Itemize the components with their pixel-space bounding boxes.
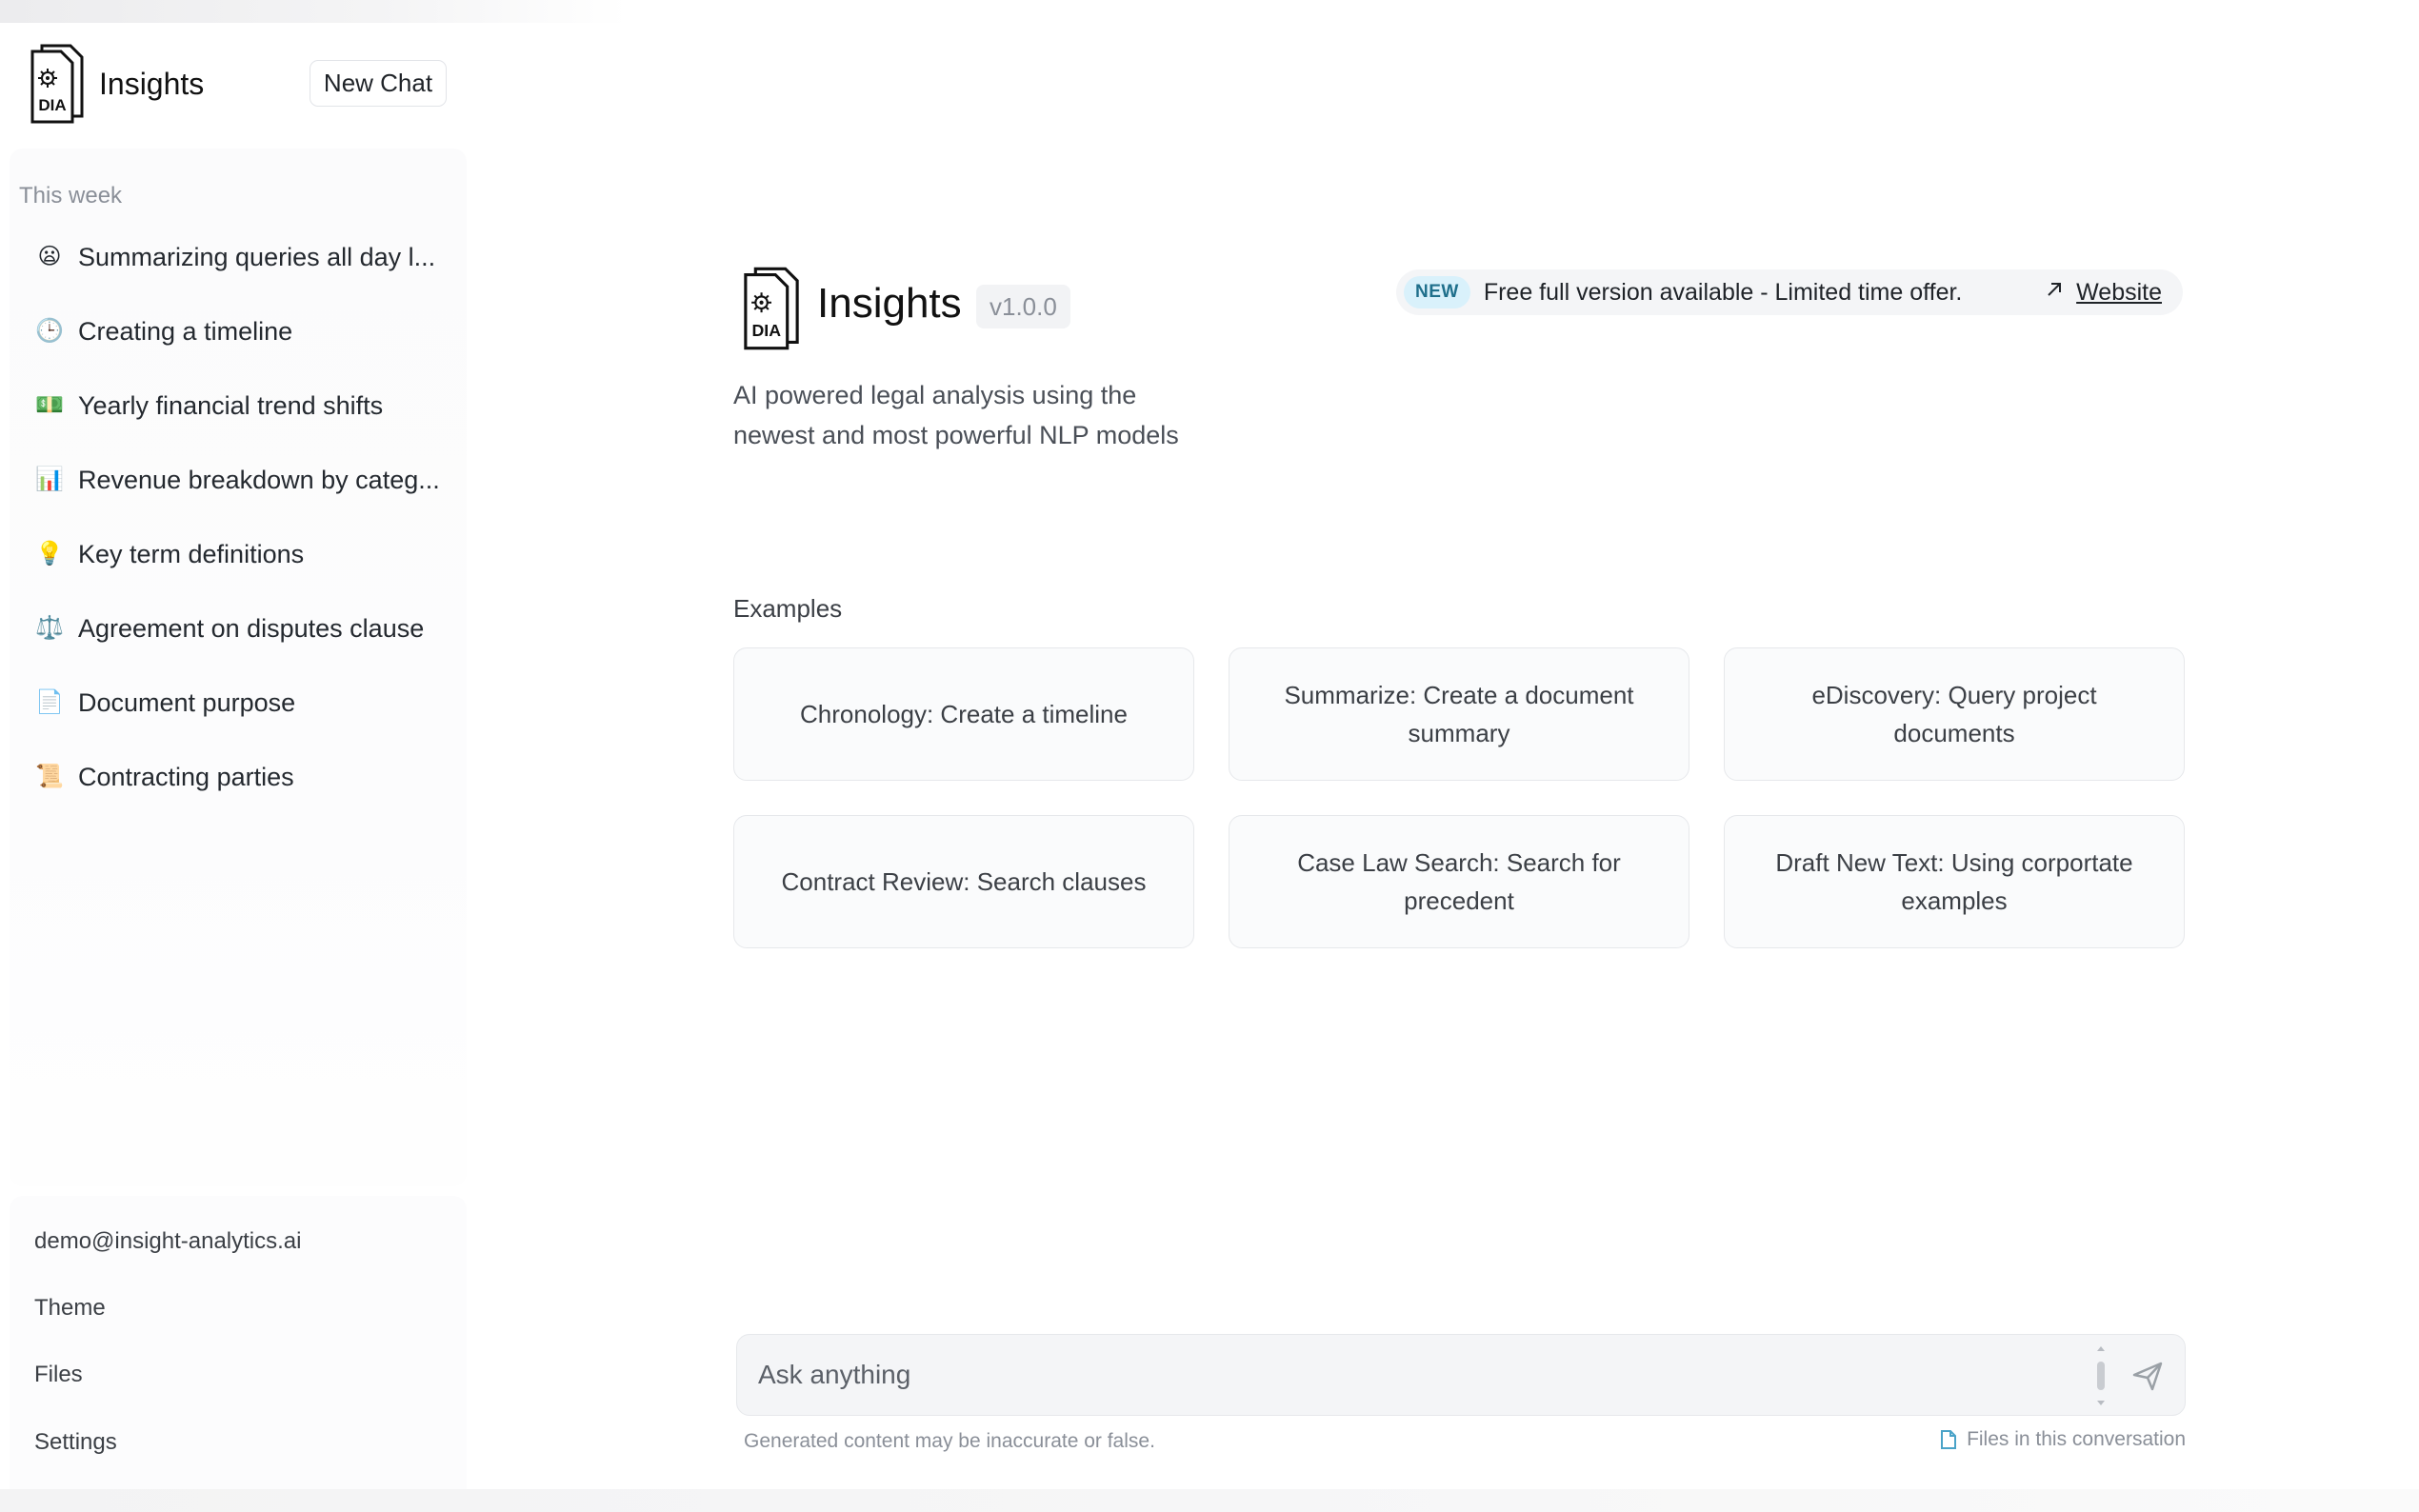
example-card-case-law-search[interactable]: Case Law Search: Search for precedent: [1229, 815, 1689, 948]
ask-input[interactable]: [758, 1352, 2091, 1398]
dia-logo: DIA: [27, 40, 88, 128]
scales-icon: ⚖️: [35, 615, 64, 641]
history-item-label: Summarizing queries all day l...: [78, 243, 436, 271]
chat-history-list: 😦 Summarizing queries all day l... 🕒 Cre…: [34, 242, 444, 836]
scroll-icon: 📜: [35, 764, 64, 789]
history-item-label: Document purpose: [78, 688, 296, 717]
files-in-conversation-link[interactable]: Files in this conversation: [1940, 1428, 2186, 1451]
window-bottom-strip: [0, 1489, 2419, 1512]
promo-banner: NEW Free full version available - Limite…: [1396, 269, 2183, 315]
files-link[interactable]: Files: [34, 1362, 83, 1388]
bar-chart-icon: 📊: [35, 467, 64, 492]
external-link-icon: [2048, 283, 2061, 296]
history-item-label: Agreement on disputes clause: [78, 614, 425, 643]
promo-text: Free full version available - Limited ti…: [1483, 278, 1963, 306]
new-chat-button[interactable]: New Chat: [310, 60, 447, 107]
worried-face-icon: 😦: [37, 244, 62, 269]
clock-icon: 🕒: [35, 318, 64, 344]
page-title: Insights: [817, 280, 962, 327]
settings-link[interactable]: Settings: [34, 1429, 117, 1456]
hero-dia-logo: DIA: [735, 263, 808, 359]
history-item-label: Yearly financial trend shifts: [78, 391, 384, 420]
history-item[interactable]: 💡 Key term definitions: [34, 539, 444, 613]
history-item-label: Key term definitions: [78, 540, 305, 568]
example-card-summarize[interactable]: Summarize: Create a document summary: [1229, 647, 1689, 781]
document-icon: 📄: [35, 689, 64, 715]
example-card-ediscovery[interactable]: eDiscovery: Query project documents: [1724, 647, 2185, 781]
money-icon: 💵: [35, 392, 64, 418]
section-label-this-week: This week: [19, 183, 123, 209]
resize-handle-icon[interactable]: [2091, 1344, 2110, 1407]
file-icon: [1941, 1430, 1957, 1449]
version-badge: v1.0.0: [976, 285, 1070, 328]
brand[interactable]: DIA Insights: [27, 40, 204, 128]
history-item-label: Creating a timeline: [78, 317, 293, 346]
svg-text:DIA: DIA: [38, 96, 66, 114]
example-card-draft-new-text[interactable]: Draft New Text: Using corportate example…: [1724, 815, 2185, 948]
brand-name: Insights: [99, 66, 205, 101]
sidebar: DIA Insights New Chat This week 😦 Summar…: [0, 23, 467, 1512]
history-item[interactable]: 📄 Document purpose: [34, 687, 444, 762]
account-email[interactable]: demo@insight-analytics.ai: [34, 1228, 302, 1255]
history-item[interactable]: 🕒 Creating a timeline: [34, 316, 444, 390]
files-link-label: Files in this conversation: [1967, 1428, 2186, 1450]
history-item[interactable]: ⚖️ Agreement on disputes clause: [34, 613, 444, 687]
history-item-label: Revenue breakdown by categ...: [78, 466, 440, 494]
website-link[interactable]: Website: [2076, 279, 2162, 307]
history-item-label: Contracting parties: [78, 763, 294, 791]
example-card-chronology[interactable]: Chronology: Create a timeline: [733, 647, 1194, 781]
new-badge: NEW: [1404, 276, 1470, 308]
tagline: AI powered legal analysis using the newe…: [733, 381, 1179, 449]
theme-link[interactable]: Theme: [34, 1295, 106, 1322]
history-item[interactable]: 💵 Yearly financial trend shifts: [34, 390, 444, 465]
send-icon[interactable]: [2129, 1358, 2166, 1394]
lightbulb-icon: 💡: [35, 541, 64, 567]
examples-grid: Chronology: Create a timeline Summarize:…: [733, 647, 2185, 948]
history-item[interactable]: 😦 Summarizing queries all day l...: [34, 242, 444, 316]
example-card-contract-review[interactable]: Contract Review: Search clauses: [733, 815, 1194, 948]
disclaimer: Generated content may be inaccurate or f…: [744, 1430, 1155, 1452]
svg-text:DIA: DIA: [752, 321, 782, 340]
history-item[interactable]: 📊 Revenue breakdown by categ...: [34, 465, 444, 539]
composer: [736, 1334, 2186, 1416]
examples-label: Examples: [733, 594, 843, 623]
history-item[interactable]: 📜 Contracting parties: [34, 762, 444, 836]
window-top-strip: [0, 0, 629, 23]
